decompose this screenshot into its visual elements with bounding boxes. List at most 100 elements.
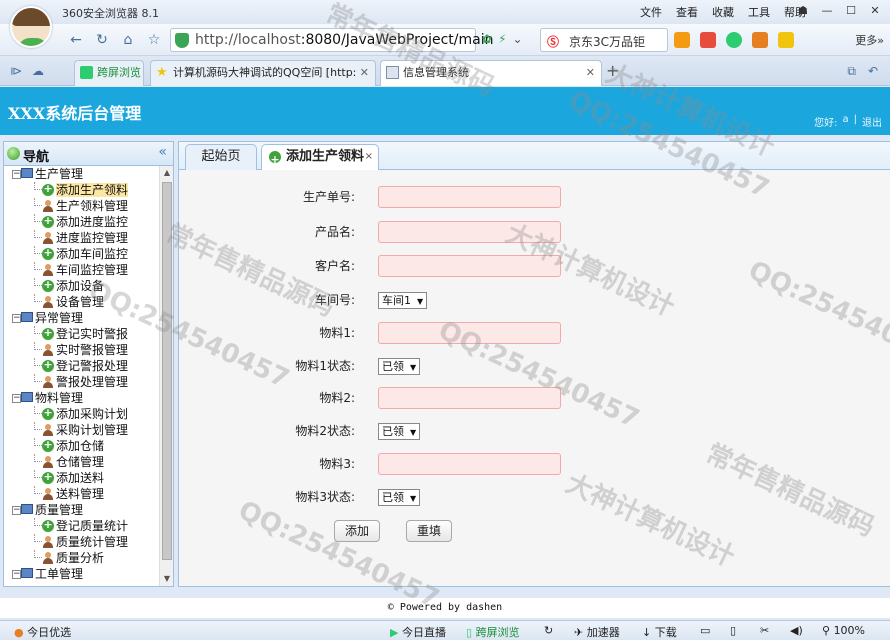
nav-item[interactable]: 警报处理管理 — [4, 374, 158, 390]
star-icon[interactable]: ☆ — [144, 30, 164, 50]
nav-item[interactable]: 质量统计管理 — [4, 534, 158, 550]
maximize-icon[interactable]: ☐ — [840, 2, 862, 20]
browser-tab-qq-zone[interactable]: ★ 计算机源码大神调试的QQ空间 [http: ✕ — [150, 60, 376, 86]
tab-home[interactable]: 起始页 — [185, 144, 257, 170]
zoom-control[interactable]: ⚲ 100% — [822, 624, 865, 637]
text-field[interactable] — [378, 453, 561, 475]
tab-close-icon[interactable]: × — [365, 145, 373, 169]
close-icon[interactable]: ✕ — [864, 2, 886, 20]
sidebar-toggle-icon[interactable]: ⧐ — [10, 64, 22, 78]
user-avatar[interactable] — [10, 6, 52, 48]
nav-item[interactable]: 实时警报管理 — [4, 342, 158, 358]
nav-item[interactable]: 生产领料管理 — [4, 198, 158, 214]
scroll-thumb[interactable] — [162, 182, 172, 560]
screenshot-icon[interactable]: ▭ — [700, 624, 710, 637]
toggle-icon[interactable]: − — [12, 506, 21, 515]
weather-icon[interactable] — [778, 32, 794, 48]
nav-item[interactable]: 添加采购计划 — [4, 405, 158, 422]
refresh-icon[interactable]: ↻ — [544, 624, 553, 637]
back-icon[interactable]: ← — [66, 30, 86, 50]
tools-icon[interactable]: ✂ — [760, 624, 769, 637]
live-link[interactable]: ▶ 今日直播 — [390, 624, 446, 640]
toggle-icon[interactable]: − — [12, 394, 21, 403]
nav-item[interactable]: 设备管理 — [4, 294, 158, 310]
download-link[interactable]: ↓ 下载 — [642, 624, 677, 640]
text-field[interactable] — [378, 387, 561, 409]
toggle-icon[interactable]: − — [12, 570, 21, 579]
address-url[interactable]: http://localhost:8080/JavaWebProject/mai… — [195, 32, 494, 48]
text-field[interactable] — [378, 186, 561, 208]
nav-item[interactable]: 仓储管理 — [4, 454, 158, 470]
nav-item[interactable]: 添加设备 — [4, 277, 158, 294]
ad-block-icon[interactable] — [752, 32, 768, 48]
minimize-icon[interactable]: — — [816, 2, 838, 20]
browser-tab-cross-screen[interactable]: 跨屏浏览 — [74, 60, 144, 86]
home-icon[interactable]: ⌂ — [118, 30, 138, 50]
nav-item[interactable]: 添加生产领料 — [4, 181, 158, 198]
new-tab-button[interactable]: + — [606, 61, 619, 80]
daily-picks-link[interactable]: ● 今日优选 — [14, 624, 71, 640]
nav-group[interactable]: − 异常管理 — [4, 310, 158, 326]
nav-group[interactable]: − 物料管理 — [4, 390, 158, 406]
browser-menu-favorites[interactable]: 收藏 — [712, 4, 734, 20]
select-field[interactable]: 已领 ▼ — [378, 358, 421, 375]
tab-close-icon[interactable]: ✕ — [360, 61, 369, 85]
undo-icon[interactable]: ↶ — [868, 64, 878, 79]
select-field[interactable]: 已领 ▼ — [378, 423, 421, 440]
sound-icon[interactable]: ◀) — [790, 624, 803, 637]
skin-icon[interactable]: ☗ — [792, 2, 814, 20]
sidebar-scrollbar[interactable]: ▲ ▼ — [159, 166, 173, 586]
scroll-down-icon[interactable]: ▼ — [160, 572, 174, 586]
nav-group[interactable]: − 质量管理 — [4, 502, 158, 518]
gear-icon[interactable]: ✿ — [482, 32, 492, 46]
browser-menu-file[interactable]: 文件 — [640, 4, 662, 20]
cross-screen-link[interactable]: ▯ 跨屏浏览 — [466, 624, 520, 640]
nav-group[interactable]: − 生产管理 — [4, 166, 158, 182]
select-field[interactable]: 已领 ▼ — [378, 489, 421, 506]
nav-item[interactable]: 添加送料 — [4, 469, 158, 486]
tab-close-icon[interactable]: ✕ — [586, 61, 595, 85]
nav-item[interactable]: 添加车间监控 — [4, 245, 158, 262]
chevron-down-icon[interactable]: ⌄ — [513, 32, 523, 46]
nav-item[interactable]: 采购计划管理 — [4, 422, 158, 438]
text-field[interactable] — [378, 255, 561, 277]
browser-menu-tools[interactable]: 工具 — [748, 4, 770, 20]
restore-tab-icon[interactable]: ⧉ — [847, 64, 856, 79]
add-button[interactable]: 添加 — [334, 520, 380, 542]
app-grid-icon[interactable] — [674, 32, 690, 48]
tab-add-production-material[interactable]: 添加生产领料 × — [261, 144, 379, 172]
text-field[interactable] — [378, 221, 561, 243]
lightning-icon[interactable]: ⚡ — [498, 32, 506, 46]
nav-item[interactable]: 进度监控管理 — [4, 230, 158, 246]
select-field[interactable]: 车间1 ▼ — [378, 292, 428, 309]
address-bar[interactable]: http://localhost:8080/JavaWebProject/mai… — [170, 28, 494, 52]
form-row: 物料1: — [179, 322, 890, 344]
browser-tab-info-system[interactable]: 信息管理系统 ✕ — [380, 60, 602, 86]
collapse-icon[interactable]: « — [158, 144, 167, 160]
more-button[interactable]: 更多» — [855, 32, 884, 48]
nav-item[interactable]: 送料管理 — [4, 486, 158, 502]
cloud-icon[interactable]: ☁ — [32, 64, 44, 78]
refresh-icon[interactable]: ↻ — [92, 30, 112, 50]
accelerator-link[interactable]: ✈ 加速器 — [574, 624, 620, 640]
nav-item[interactable]: 添加进度监控 — [4, 213, 158, 230]
text-field[interactable] — [378, 322, 561, 344]
scroll-up-icon[interactable]: ▲ — [160, 166, 174, 180]
nav-item[interactable]: 车间监控管理 — [4, 262, 158, 278]
nav-item[interactable]: 登记实时警报 — [4, 325, 158, 342]
logout-link[interactable]: 退出 — [862, 114, 882, 129]
browser-menu-view[interactable]: 查看 — [676, 4, 698, 20]
toggle-icon[interactable]: − — [12, 314, 21, 323]
nav-item[interactable]: 添加仓储 — [4, 437, 158, 454]
nav-item[interactable]: 登记质量统计 — [4, 517, 158, 534]
nav-item[interactable]: 登记警报处理 — [4, 357, 158, 374]
nav-group[interactable]: − 工单管理 — [4, 566, 158, 582]
mobile-icon[interactable]: ▯ — [730, 624, 736, 637]
nav-group-label: 物料管理 — [35, 391, 84, 405]
money-icon[interactable] — [726, 32, 742, 48]
nav-item[interactable]: 质量分析 — [4, 550, 158, 566]
toggle-icon[interactable]: − — [12, 170, 21, 179]
mail-icon[interactable] — [700, 32, 716, 48]
reset-button[interactable]: 重填 — [406, 520, 452, 542]
search-input[interactable]: Ⓢ 京东3C万品钜 — [540, 28, 668, 52]
